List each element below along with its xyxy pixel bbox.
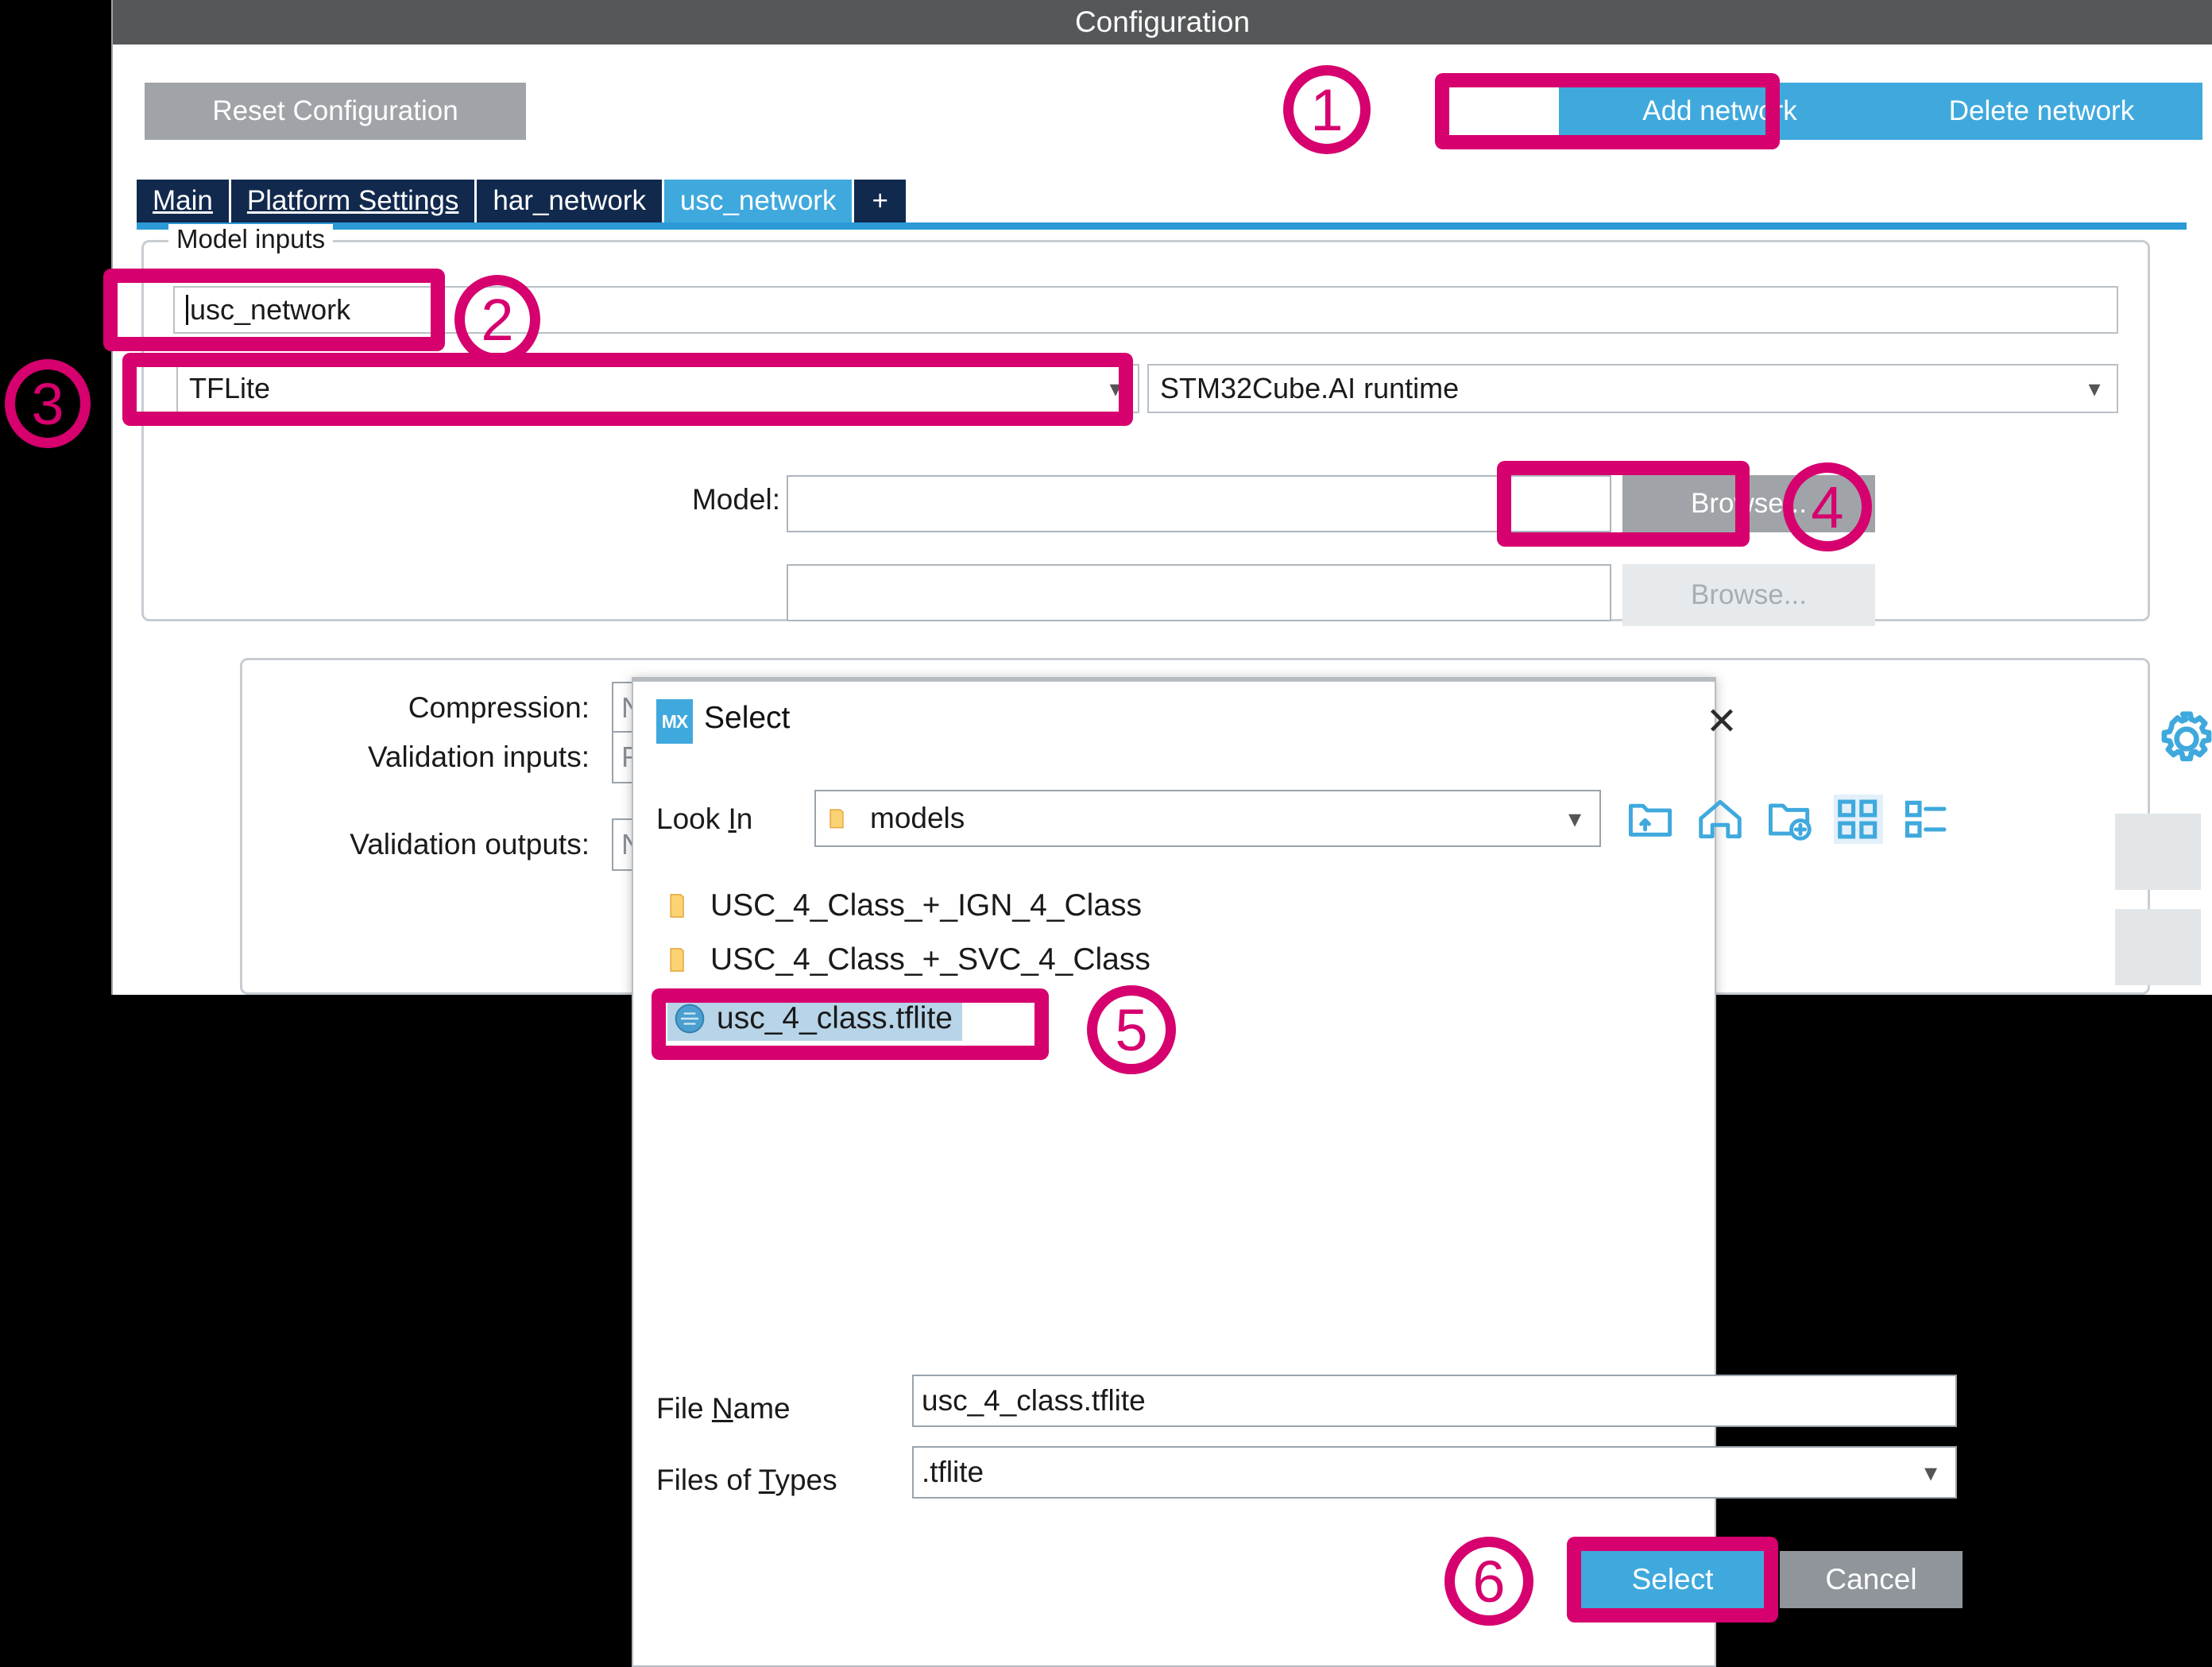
file-name-label-post: ame bbox=[733, 1392, 791, 1425]
delete-network-button[interactable]: Delete network bbox=[1881, 83, 2202, 140]
model-format-value: TFLite bbox=[189, 372, 271, 404]
look-in-value: models bbox=[870, 802, 965, 834]
look-in-label-key: I bbox=[728, 803, 737, 835]
list-item[interactable]: USC_4_Class_+_IGN_4_Class bbox=[667, 888, 1142, 923]
dialog-title: Select bbox=[704, 701, 791, 735]
select-button-label: Select bbox=[1631, 1563, 1714, 1595]
files-of-types-label: Files of Types bbox=[656, 1464, 837, 1497]
tab-usc-network-label: usc_network bbox=[679, 185, 837, 216]
disabled-panel-box-1 bbox=[2115, 814, 2201, 890]
chevron-down-icon: ▾ bbox=[1109, 375, 1122, 402]
text-caret bbox=[186, 295, 188, 325]
mx-app-icon: MX bbox=[656, 699, 693, 744]
list-item-selection: usc_4_class.tflite bbox=[667, 998, 962, 1041]
browse-button-disabled: Browse... bbox=[1622, 564, 1875, 626]
model-path-input[interactable] bbox=[787, 475, 1611, 532]
add-network-button[interactable]: Add network bbox=[1559, 83, 1881, 140]
model-format-dropdown[interactable]: TFLite ▾ bbox=[176, 364, 1139, 413]
cancel-button[interactable]: Cancel bbox=[1780, 1551, 1963, 1608]
network-name-value: usc_network bbox=[190, 293, 351, 326]
look-in-label-post: n bbox=[736, 803, 753, 835]
tflite-file-icon bbox=[675, 1004, 705, 1034]
reset-configuration-button[interactable]: Reset Configuration bbox=[145, 83, 526, 140]
cancel-button-label: Cancel bbox=[1825, 1563, 1917, 1595]
select-button[interactable]: Select bbox=[1581, 1551, 1764, 1608]
new-folder-icon[interactable] bbox=[1765, 795, 1815, 844]
files-of-types-dropdown[interactable]: .tflite ▾ bbox=[912, 1446, 1957, 1499]
tab-main-label: Main bbox=[153, 185, 213, 216]
chevron-down-icon: ▾ bbox=[1568, 804, 1582, 833]
gear-icon[interactable] bbox=[2155, 707, 2212, 771]
page-title: Configuration bbox=[1074, 6, 1251, 38]
annotation-step-6: 6 bbox=[1444, 1537, 1533, 1626]
files-of-types-label-pre: Files of bbox=[656, 1464, 759, 1496]
tab-har-network[interactable]: har_network bbox=[477, 180, 664, 222]
runtime-dropdown[interactable]: STM32Cube.AI runtime ▾ bbox=[1147, 364, 2118, 413]
list-item-label: USC_4_Class_+_IGN_4_Class bbox=[710, 888, 1143, 922]
tab-add-new[interactable]: + bbox=[854, 180, 908, 222]
annotation-step-3: 3 bbox=[5, 359, 91, 448]
folder-icon bbox=[670, 894, 684, 918]
up-folder-icon[interactable] bbox=[1626, 795, 1675, 844]
list-item-selected[interactable]: usc_4_class.tflite bbox=[667, 998, 962, 1041]
tab-usc-network[interactable]: usc_network bbox=[663, 180, 855, 222]
tab-har-network-label: har_network bbox=[493, 185, 646, 216]
model-inputs-legend: Model inputs bbox=[168, 224, 334, 254]
chevron-down-icon: ▾ bbox=[1924, 1458, 1938, 1487]
close-icon[interactable]: ✕ bbox=[1700, 703, 1743, 747]
look-in-label: Look In bbox=[656, 803, 752, 836]
tab-main[interactable]: Main bbox=[137, 180, 231, 222]
reset-configuration-label: Reset Configuration bbox=[212, 95, 458, 126]
list-view-icon[interactable] bbox=[1902, 795, 1951, 844]
annotation-step-1: 1 bbox=[1283, 65, 1371, 154]
home-icon[interactable] bbox=[1696, 795, 1745, 844]
disabled-panel-box-2 bbox=[2115, 909, 2201, 985]
look-in-dropdown[interactable]: models ▾ bbox=[814, 790, 1601, 847]
add-network-label: Add network bbox=[1642, 95, 1797, 126]
tab-platform-settings[interactable]: Platform Settings bbox=[230, 180, 478, 222]
delete-network-label: Delete network bbox=[1948, 95, 2135, 126]
list-item-label: USC_4_Class_+_SVC_4_Class bbox=[710, 942, 1150, 977]
annotation-step-5: 5 bbox=[1087, 985, 1176, 1074]
chevron-down-icon: ▾ bbox=[2088, 375, 2101, 402]
list-item[interactable]: USC_4_Class_+_SVC_4_Class bbox=[667, 942, 1150, 977]
tab-add-new-label: + bbox=[872, 185, 888, 216]
model-field-label: Model: bbox=[691, 483, 780, 516]
file-name-label-pre: File bbox=[656, 1392, 712, 1425]
tab-strip: Main Platform Settings har_network usc_n… bbox=[137, 180, 2187, 222]
annotation-step-2: 2 bbox=[454, 275, 540, 364]
folder-icon bbox=[830, 809, 844, 829]
file-name-input[interactable]: usc_4_class.tflite bbox=[912, 1375, 1957, 1427]
files-of-types-label-post: ypes bbox=[775, 1464, 837, 1496]
dialog-title-bar bbox=[632, 677, 1716, 682]
configuration-titlebar: Configuration bbox=[113, 0, 2212, 44]
look-in-label-pre: Look bbox=[656, 803, 729, 835]
folder-icon bbox=[670, 948, 684, 972]
model-path-input-secondary[interactable] bbox=[787, 564, 1611, 621]
tab-active-underline bbox=[137, 222, 2187, 230]
mx-app-icon-label: MX bbox=[661, 710, 688, 732]
files-of-types-label-key: T bbox=[758, 1464, 775, 1496]
grid-view-icon[interactable] bbox=[1834, 795, 1883, 844]
files-of-types-value: .tflite bbox=[922, 1456, 984, 1488]
browse-button-disabled-label: Browse... bbox=[1691, 579, 1807, 610]
file-name-label-key: N bbox=[711, 1392, 733, 1425]
runtime-value: STM32Cube.AI runtime bbox=[1160, 372, 1460, 404]
annotation-step-4: 4 bbox=[1783, 462, 1872, 551]
file-name-label: File Name bbox=[656, 1392, 791, 1425]
validation-outputs-label: Validation outputs: bbox=[350, 828, 590, 861]
validation-inputs-label: Validation inputs: bbox=[367, 741, 590, 773]
list-item-label: usc_4_class.tflite bbox=[717, 1001, 953, 1035]
tab-platform-settings-label: Platform Settings bbox=[246, 185, 459, 216]
file-name-value: usc_4_class.tflite bbox=[922, 1384, 1146, 1417]
compression-label: Compression: bbox=[408, 691, 590, 724]
